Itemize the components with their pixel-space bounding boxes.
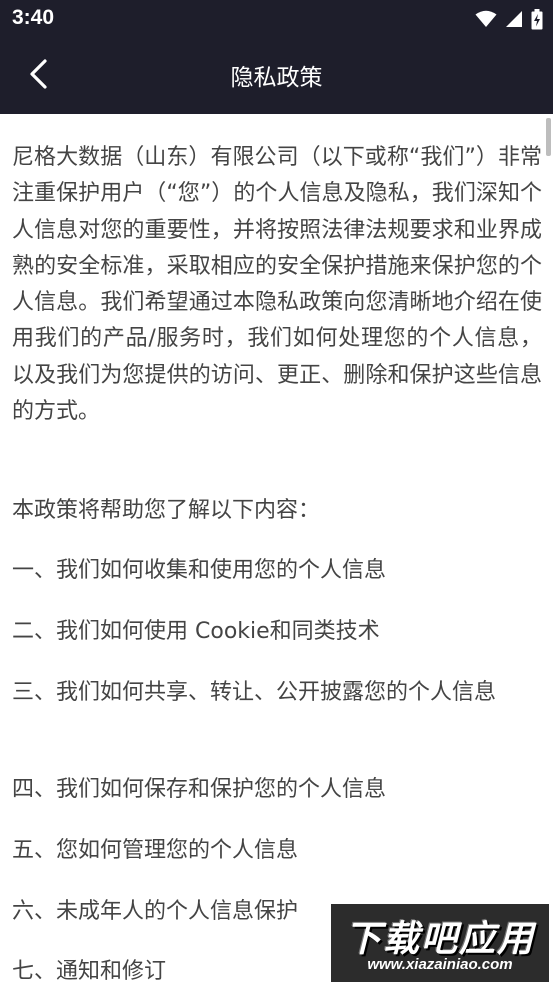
battery-icon xyxy=(531,8,543,29)
watermark-logo: 下载吧应用 www.xiazainiao.com xyxy=(331,904,549,982)
status-icons xyxy=(475,8,543,30)
watermark-title: 下载吧应用 xyxy=(344,919,535,960)
wifi-icon xyxy=(475,10,497,27)
policy-lead: 本政策将帮助您了解以下内容： xyxy=(12,498,321,523)
policy-section-3: 三、我们如何共享、转让、公开披露您的个人信息 xyxy=(12,680,497,705)
page-title: 隐私政策 xyxy=(230,65,323,91)
policy-section-1: 一、我们如何收集和使用您的个人信息 xyxy=(12,558,387,583)
watermark-url: www.xiazainiao.com xyxy=(367,956,513,973)
signal-icon xyxy=(506,11,522,27)
app-bar: 隐私政策 xyxy=(0,36,553,114)
scrollbar[interactable] xyxy=(546,118,551,156)
policy-section-5: 五、您如何管理您的个人信息 xyxy=(12,838,299,863)
policy-section-4: 四、我们如何保存和保护您的个人信息 xyxy=(12,777,387,802)
status-bar: 3:40 xyxy=(0,0,553,36)
status-time: 3:40 xyxy=(12,6,55,29)
app-header: 3:40 隐私政策 xyxy=(0,0,553,114)
policy-section-2: 二、我们如何使用 Cookie和同类技术 xyxy=(12,619,380,644)
policy-intro: 尼格大数据（山东）有限公司（以下或称“我们”）非常注重保护用户（“您”）的个人信… xyxy=(12,145,542,425)
